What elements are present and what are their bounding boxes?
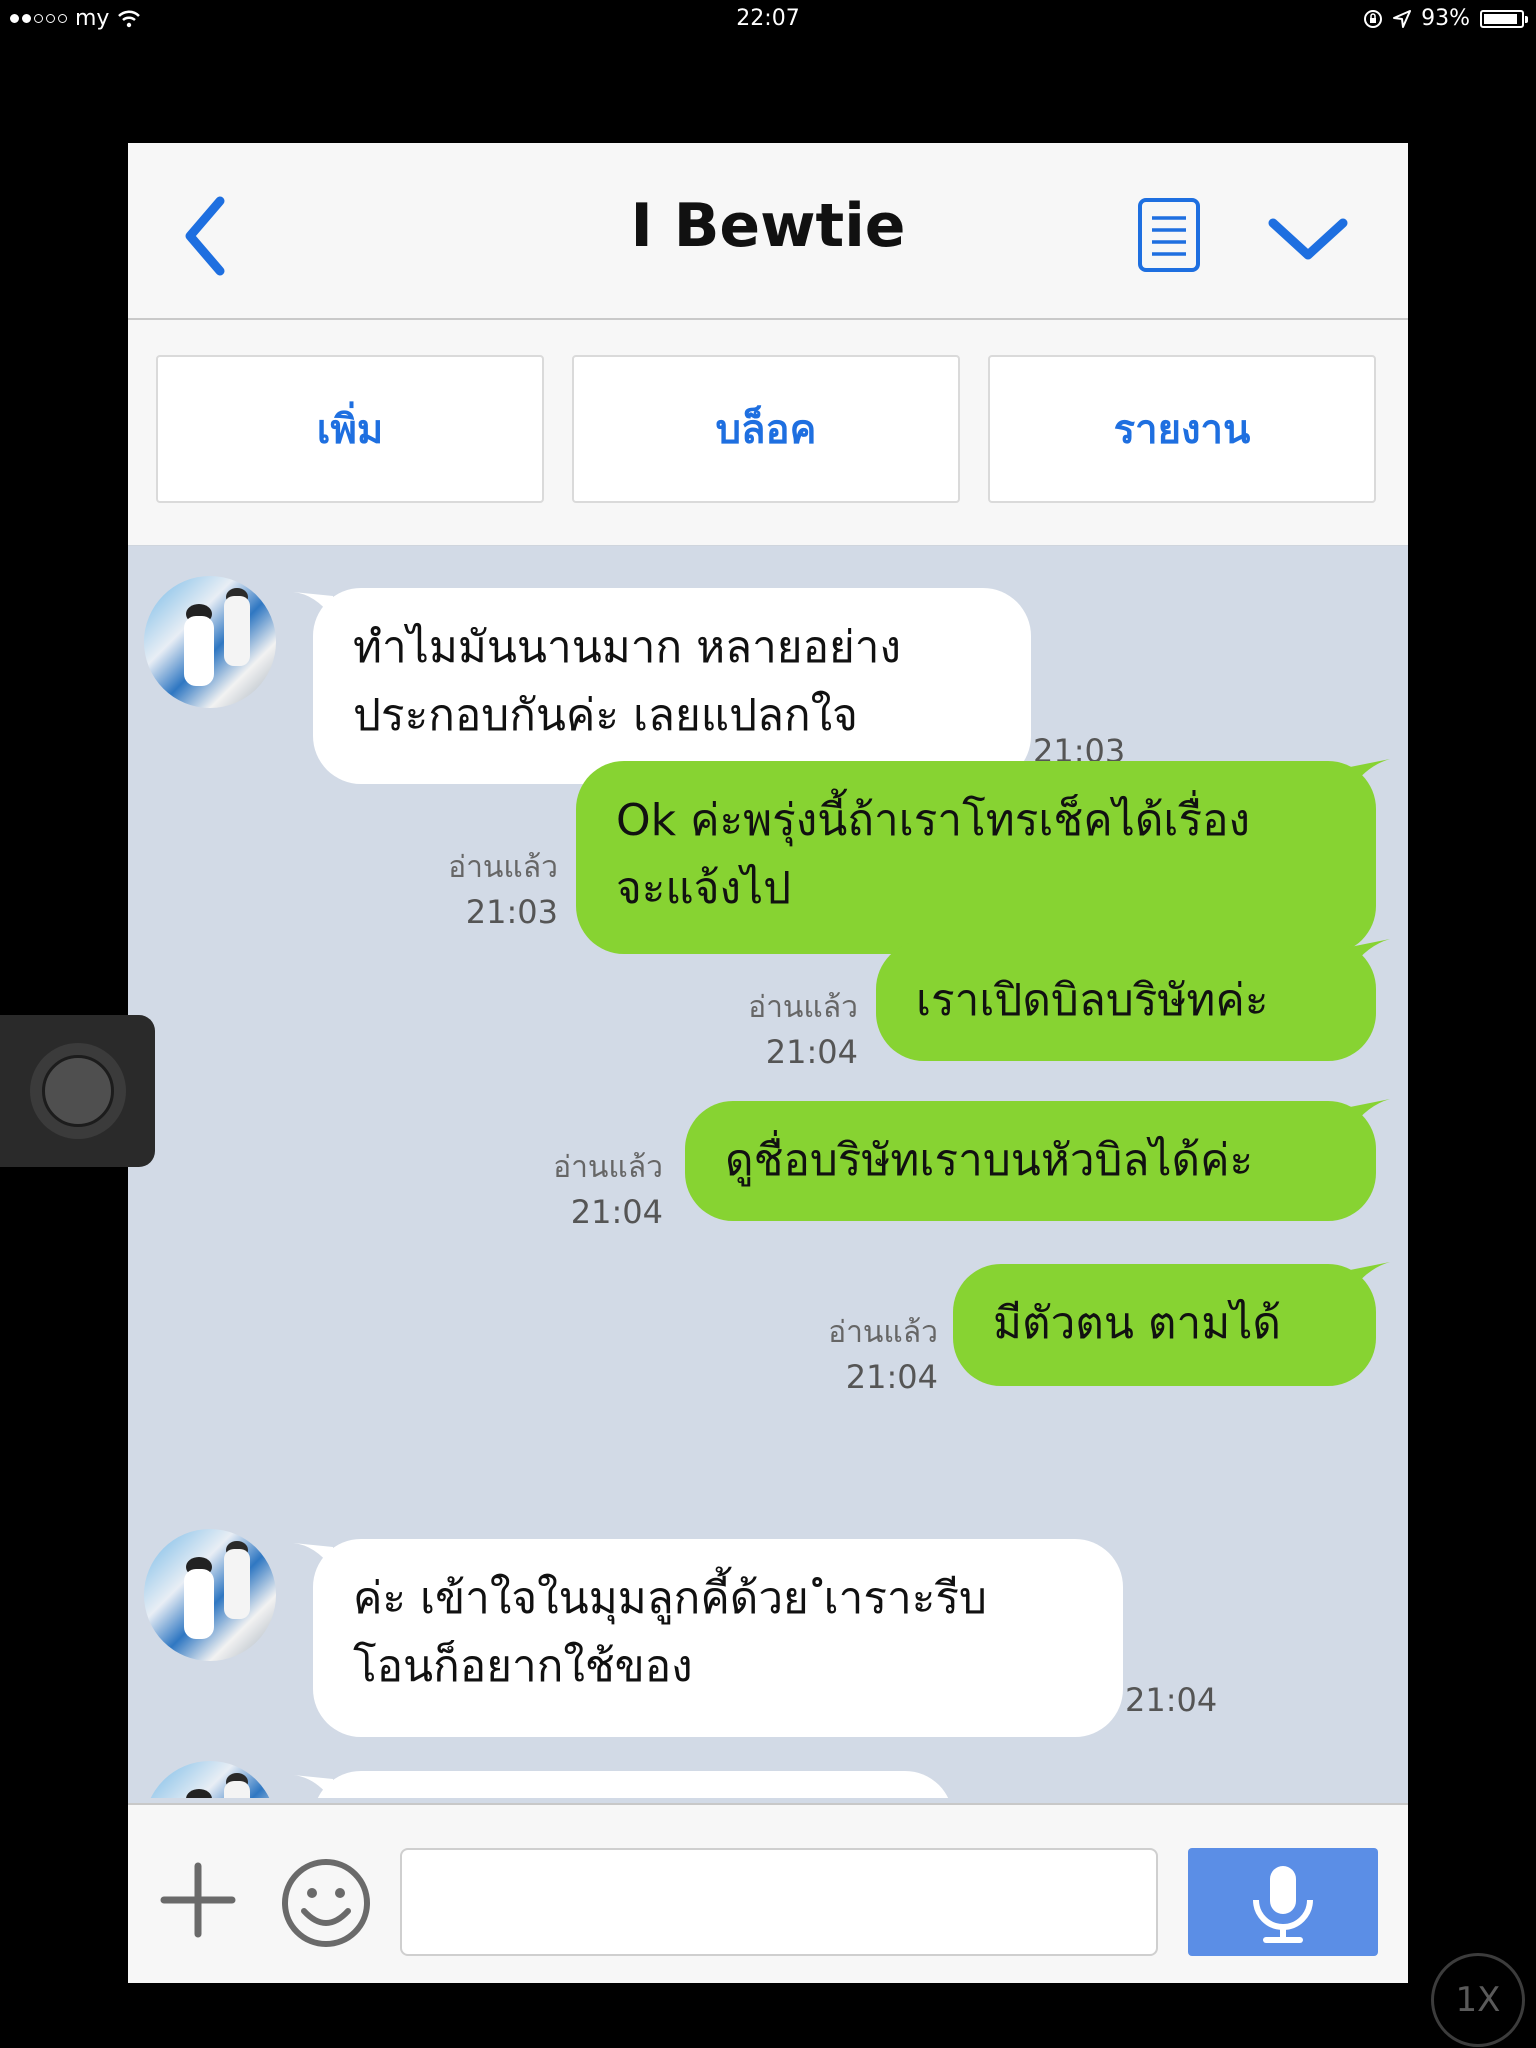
message-meta-4: อ่านแล้ว 21:04 [758, 1311, 938, 1399]
bubble-tail [1350, 1262, 1390, 1292]
message-bubble-incoming-partial[interactable] [313, 1771, 953, 1798]
location-arrow-icon [1393, 9, 1412, 28]
avatar[interactable] [144, 576, 276, 708]
bubble-tail [1350, 1099, 1390, 1129]
read-receipt: อ่านแล้ว [553, 1150, 663, 1185]
rotation-lock-icon [1364, 9, 1383, 28]
message-time: 21:04 [845, 1358, 938, 1396]
message-bubble-outgoing[interactable]: Ok ค่ะพรุ่งนี้ถ้าเราโทรเช็คได้เรื่อง จะแ… [576, 761, 1376, 954]
notes-icon[interactable] [1136, 196, 1202, 274]
assistive-touch-button[interactable] [0, 1015, 155, 1167]
read-receipt: อ่านแล้ว [748, 990, 858, 1025]
read-receipt: อ่านแล้ว [448, 850, 558, 885]
message-bubble-incoming[interactable]: ค่ะ เข้าใจในมุมลูกคี้ด้วย ํเาราะรีบ โอนก… [313, 1539, 1123, 1737]
status-right: 93% [1363, 6, 1528, 31]
message-meta-3: อ่านแล้ว 21:04 [483, 1146, 663, 1234]
message-list[interactable]: ทำไมมันนานมาก หลายอย่าง ประกอบกันค่ะ เลย… [128, 546, 1408, 1798]
zoom-1x-button[interactable]: 1X [1431, 1953, 1525, 2047]
status-time: 22:07 [736, 6, 800, 31]
message-meta-1: อ่านแล้ว 21:03 [378, 846, 558, 934]
message-bubble-outgoing[interactable]: มีตัวตน ตามได้ [953, 1264, 1376, 1386]
avatar[interactable] [144, 1761, 276, 1798]
message-time: 21:04 [570, 1193, 663, 1231]
message-bubble-outgoing[interactable]: ดูชื่อบริษัทเราบนหัวบิลได้ค่ะ [685, 1101, 1376, 1221]
plus-icon[interactable] [158, 1860, 238, 1940]
chevron-down-icon[interactable] [1263, 203, 1353, 273]
voice-message-button[interactable] [1188, 1848, 1378, 1956]
block-button[interactable]: บล็อค [572, 355, 960, 503]
chat-title: I Bewtie [630, 191, 906, 261]
microphone-icon [1253, 1866, 1313, 1943]
read-receipt: อ่านแล้ว [828, 1315, 938, 1350]
battery-icon [1480, 9, 1528, 28]
message-input[interactable] [400, 1848, 1158, 1956]
avatar[interactable] [144, 1529, 276, 1661]
report-button[interactable]: รายงาน [988, 355, 1376, 503]
action-bar: เพิ่ม บล็อค รายงาน [128, 320, 1408, 546]
message-bubble-outgoing[interactable]: เราเปิดบิลบริษัทค่ะ [876, 941, 1376, 1061]
message-time: 21:03 [465, 893, 558, 931]
message-time: 21:04 [765, 1033, 858, 1071]
input-bar [128, 1803, 1408, 1983]
smiley-icon[interactable] [280, 1857, 372, 1949]
chat-app: I Bewtie เพิ่ม บล็อค รายงาน ทำไมมันนานมา… [128, 143, 1408, 1983]
message-bubble-incoming[interactable]: ทำไมมันนานมาก หลายอย่าง ประกอบกันค่ะ เลย… [313, 588, 1031, 784]
bubble-tail [1350, 759, 1390, 789]
status-bar: my 22:07 93% [0, 0, 1536, 40]
add-friend-button[interactable]: เพิ่ม [156, 355, 544, 503]
bubble-tail [1350, 939, 1390, 969]
battery-percent: 93% [1421, 6, 1470, 31]
message-meta-2: อ่านแล้ว 21:04 [678, 986, 858, 1074]
chat-header: I Bewtie [128, 143, 1408, 320]
message-time: 21:04 [1125, 1681, 1218, 1719]
